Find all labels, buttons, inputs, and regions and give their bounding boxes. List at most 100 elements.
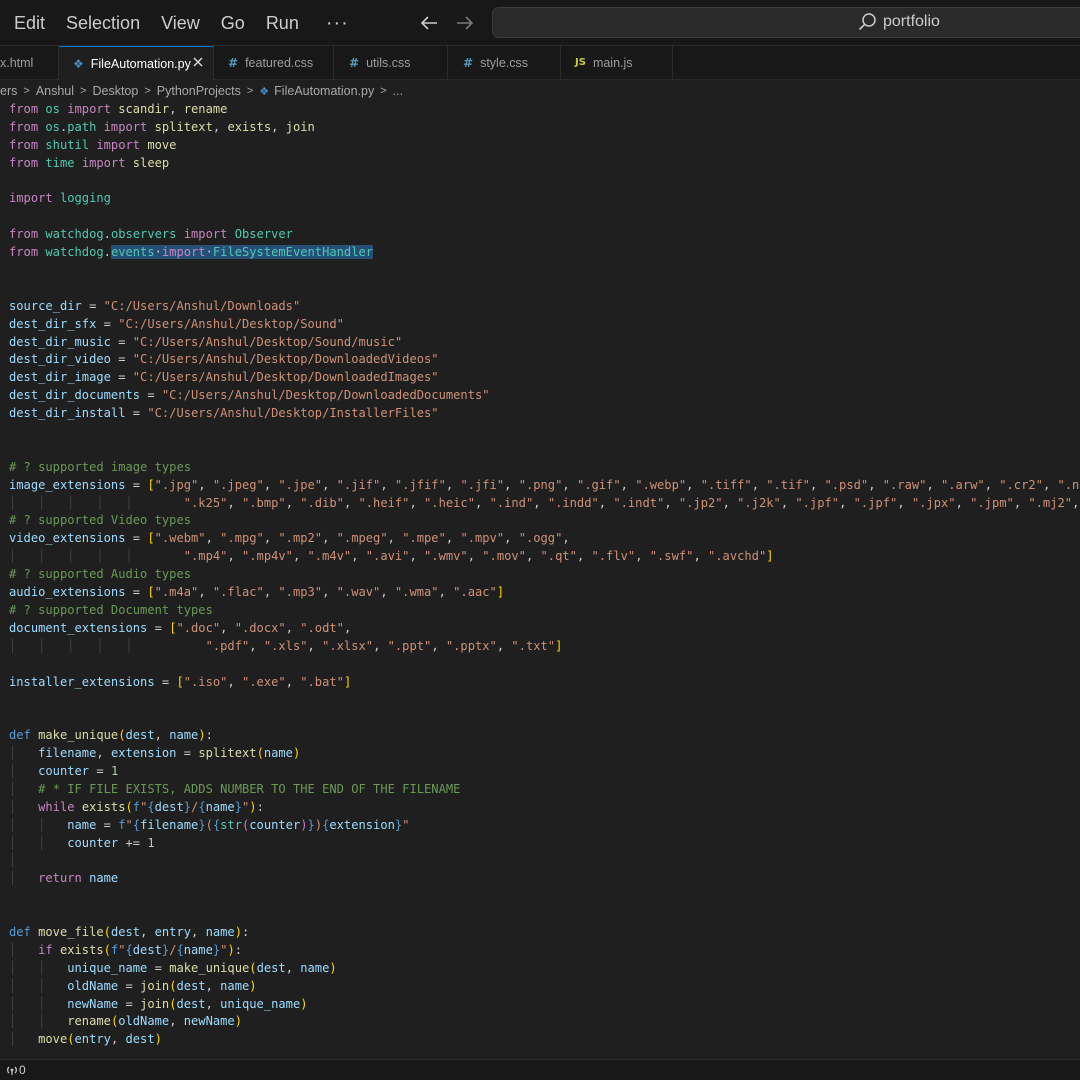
code-line[interactable]: │ │ rename(oldName, newName) xyxy=(9,1013,1080,1031)
code-line[interactable]: │ │ unique_name = make_unique(dest, name… xyxy=(9,960,1080,978)
css-file-icon: # xyxy=(228,55,239,70)
menu-item-selection[interactable]: Selection xyxy=(58,9,148,38)
code-line[interactable]: from time import sleep xyxy=(9,155,1080,173)
code-line[interactable]: │ │ newName = join(dest, unique_name) xyxy=(9,996,1080,1014)
code-line[interactable]: # ? supported Video types xyxy=(9,512,1080,530)
code-token: ".mpv" xyxy=(460,531,505,546)
javascript-file-icon: JS xyxy=(575,57,586,68)
code-token: dest_dir_sfx xyxy=(9,316,97,331)
breadcrumb-file[interactable]: FileAutomation.py xyxy=(274,84,374,98)
code-line[interactable]: │ xyxy=(9,852,1080,870)
code-line[interactable]: source_dir = "C:/Users/Anshul/Downloads" xyxy=(9,298,1080,316)
code-token: ".swf" xyxy=(649,549,694,564)
code-line[interactable] xyxy=(9,906,1080,924)
code-line[interactable] xyxy=(9,280,1080,298)
code-line[interactable]: │ move(entry, dest) xyxy=(9,1031,1080,1049)
code-line[interactable]: │ filename, extension = splitext(name) xyxy=(9,745,1080,763)
tab-featured-css[interactable]: # featured.css xyxy=(214,46,334,79)
menu-item-run[interactable]: Run xyxy=(258,9,307,38)
code-line[interactable]: dest_dir_install = "C:/Users/Anshul/Desk… xyxy=(9,405,1080,423)
code-line[interactable] xyxy=(9,208,1080,226)
code-line[interactable]: image_extensions = [".jpg", ".jpeg", ".j… xyxy=(9,477,1080,495)
tab-style-css[interactable]: # style.css xyxy=(448,46,561,79)
code-line[interactable]: from os.path import splitext, exists, jo… xyxy=(9,119,1080,137)
code-line[interactable]: dest_dir_image = "C:/Users/Anshul/Deskto… xyxy=(9,369,1080,387)
code-line[interactable]: video_extensions = [".webm", ".mpg", ".m… xyxy=(9,530,1080,548)
code-line[interactable]: audio_extensions = [".m4a", ".flac", ".m… xyxy=(9,584,1080,602)
code-line[interactable] xyxy=(9,888,1080,906)
code-token: , xyxy=(263,585,279,600)
breadcrumb-symbol[interactable]: ... xyxy=(393,84,403,98)
code-token: = xyxy=(147,960,170,975)
code-line[interactable] xyxy=(9,656,1080,674)
code-line[interactable] xyxy=(9,441,1080,459)
code-line[interactable]: │ │ counter += 1 xyxy=(9,835,1080,853)
ports-status[interactable]: 0 xyxy=(5,1063,26,1077)
code-line[interactable]: document_extensions = [".doc", ".docx", … xyxy=(9,620,1080,638)
code-line[interactable]: from watchdog.observers import Observer xyxy=(9,226,1080,244)
code-token: , xyxy=(780,495,796,510)
code-line[interactable]: from watchdog.events·import·FileSystemEv… xyxy=(9,244,1080,262)
command-center-search[interactable]: portfolio xyxy=(492,7,1080,38)
code-line[interactable]: import logging xyxy=(9,190,1080,208)
breadcrumb-item[interactable]: ers xyxy=(0,84,17,98)
code-token: counter xyxy=(249,817,301,832)
code-token: installer_extensions xyxy=(9,674,155,689)
breadcrumb-item[interactable]: Desktop xyxy=(92,84,138,98)
menu-item-view[interactable]: View xyxy=(153,9,208,38)
code-line[interactable]: │ return name xyxy=(9,870,1080,888)
tab-utils-css[interactable]: # utils.css xyxy=(334,46,448,79)
code-token: } xyxy=(198,817,206,832)
code-line[interactable] xyxy=(9,423,1080,441)
code-line[interactable]: dest_dir_video = "C:/Users/Anshul/Deskto… xyxy=(9,351,1080,369)
code-token: │ │ xyxy=(9,996,68,1011)
code-line[interactable]: def make_unique(dest, name): xyxy=(9,727,1080,745)
code-line[interactable]: from shutil import move xyxy=(9,137,1080,155)
breadcrumb-item[interactable]: Anshul xyxy=(36,84,74,98)
code-token: , xyxy=(140,924,155,939)
code-line[interactable]: │ while exists(f"{dest}/{name}"): xyxy=(9,799,1080,817)
tab-fileautomation-py[interactable]: ❖ FileAutomation.py xyxy=(59,46,214,80)
code-line[interactable] xyxy=(9,691,1080,709)
code-token: { xyxy=(125,942,133,957)
code-line[interactable]: def move_file(dest, entry, name): xyxy=(9,924,1080,942)
code-line[interactable]: dest_dir_sfx = "C:/Users/Anshul/Desktop/… xyxy=(9,316,1080,334)
code-line[interactable]: │ │ oldName = join(dest, name) xyxy=(9,978,1080,996)
menu-more-button[interactable]: ··· xyxy=(318,8,357,39)
code-token: "C:/Users/Anshul/Desktop/DownloadedDocum… xyxy=(161,388,490,403)
tab-main-js[interactable]: JS main.js xyxy=(561,46,673,79)
code-token: splitext xyxy=(198,746,257,761)
breadcrumb-item[interactable]: PythonProjects xyxy=(157,84,241,98)
menu-item-go[interactable]: Go xyxy=(213,9,253,38)
code-line[interactable]: # ? supported image types xyxy=(9,459,1080,477)
code-line[interactable]: │ │ name = f"{filename}({str(counter)}){… xyxy=(9,817,1080,835)
code-line[interactable] xyxy=(9,173,1080,191)
code-line[interactable]: dest_dir_music = "C:/Users/Anshul/Deskto… xyxy=(9,334,1080,352)
code-line[interactable]: installer_extensions = [".iso", ".exe", … xyxy=(9,674,1080,692)
code-token: ) xyxy=(234,924,242,939)
code-line[interactable] xyxy=(9,262,1080,280)
go-forward-button[interactable] xyxy=(450,9,480,37)
code-token: [ xyxy=(147,477,155,492)
code-line[interactable]: # ? supported Document types xyxy=(9,602,1080,620)
close-icon[interactable] xyxy=(191,55,205,69)
code-token: , xyxy=(438,585,454,600)
code-line[interactable]: │ │ │ │ │ ".pdf", ".xls", ".xlsx", ".ppt… xyxy=(9,638,1080,656)
code-line[interactable]: │ counter = 1 xyxy=(9,763,1080,781)
code-editor[interactable]: from os import scandir, rename from os.pa… xyxy=(0,101,1080,1059)
menu-item-edit[interactable]: Edit xyxy=(6,9,53,38)
code-line[interactable]: │ if exists(f"{dest}/{name}"): xyxy=(9,942,1080,960)
tab-index-html[interactable]: x.html xyxy=(0,46,59,79)
code-line[interactable]: dest_dir_documents = "C:/Users/Anshul/De… xyxy=(9,387,1080,405)
code-line[interactable]: │ │ │ │ │ ".mp4", ".mp4v", ".m4v", ".avi… xyxy=(9,548,1080,566)
code-line[interactable] xyxy=(9,709,1080,727)
code-line[interactable]: │ # * IF FILE EXISTS, ADDS NUMBER TO THE… xyxy=(9,781,1080,799)
go-back-button[interactable] xyxy=(414,9,444,37)
code-token: ".flv" xyxy=(591,549,636,564)
code-line[interactable]: from os import scandir, rename xyxy=(9,101,1080,119)
code-line[interactable]: # ? supported Audio types xyxy=(9,566,1080,584)
code-token: # ? supported Video types xyxy=(9,513,192,528)
code-token: # ? supported Document types xyxy=(9,602,213,617)
code-token: { xyxy=(198,799,206,814)
code-line[interactable]: │ │ │ │ │ ".k25", ".bmp", ".dib", ".heif… xyxy=(9,495,1080,513)
